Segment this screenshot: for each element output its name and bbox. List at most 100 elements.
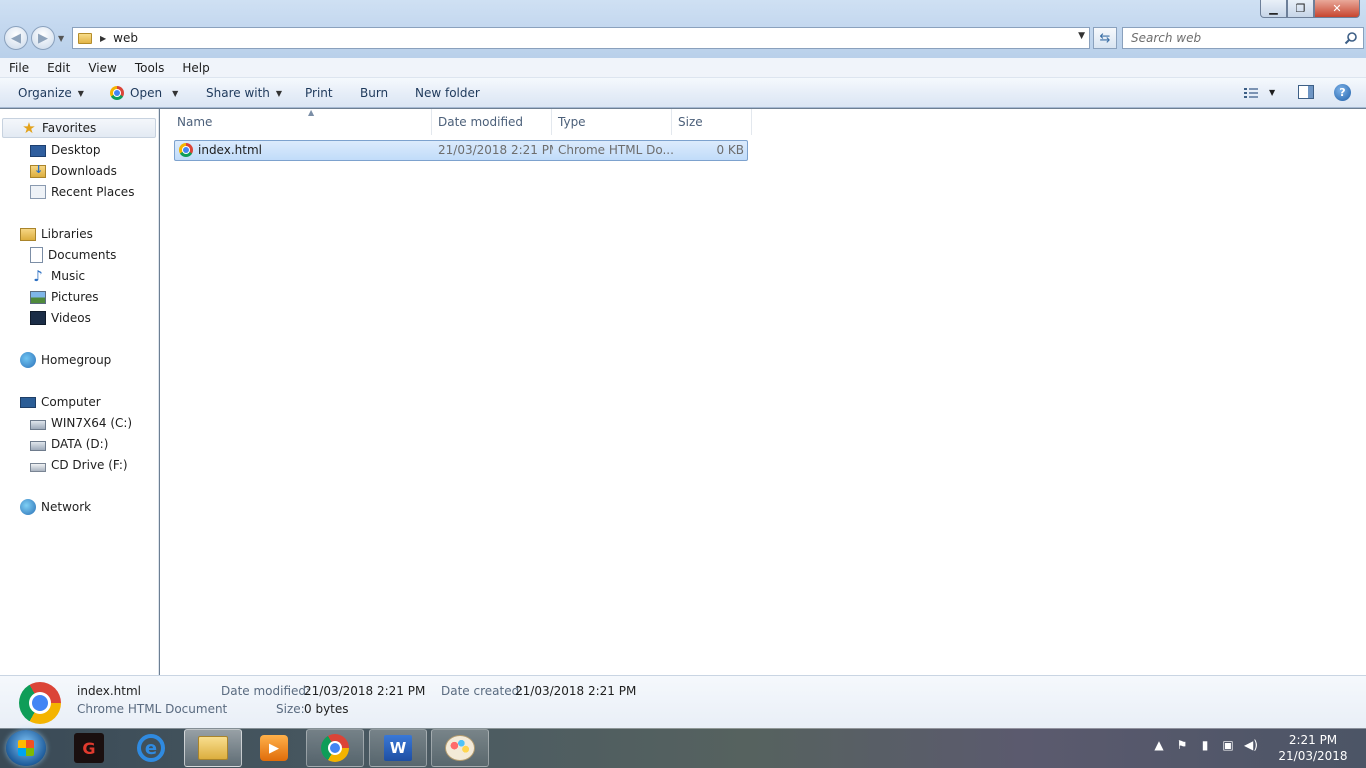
maximize-button[interactable]: ❐ <box>1287 0 1314 18</box>
nav-documents[interactable]: Documents <box>30 245 116 265</box>
nav-drive-c-label: WIN7X64 (C:) <box>51 416 133 430</box>
menu-bar: File Edit View Tools Help <box>0 58 1366 78</box>
volume-icon[interactable]: ◀) <box>1244 738 1258 752</box>
cd-drive-icon <box>30 463 46 472</box>
file-row[interactable]: index.html 21/03/2018 2:21 PM Chrome HTM… <box>174 140 748 161</box>
nav-homegroup-label: Homegroup <box>41 353 112 367</box>
organize-label: Organize <box>18 86 72 100</box>
nav-network[interactable]: Network <box>20 497 91 517</box>
view-dropdown-icon[interactable]: ▼ <box>1269 88 1275 97</box>
taskbar-chrome[interactable] <box>306 729 364 767</box>
garena-icon: G <box>74 733 104 763</box>
taskbar-internet-explorer[interactable]: e <box>122 729 180 767</box>
taskbar-media-player[interactable]: ▶ <box>245 729 303 767</box>
forward-arrow-icon: ▶ <box>38 30 48 46</box>
clock[interactable]: 2:21 PM 21/03/2018 <box>1275 732 1351 764</box>
nav-drive-f-label: CD Drive (F:) <box>51 458 128 472</box>
column-header-date-modified[interactable]: Date modified <box>432 109 552 135</box>
minimize-button[interactable]: ▁ <box>1260 0 1287 18</box>
column-header-type[interactable]: Type <box>552 109 672 135</box>
start-button[interactable] <box>6 730 46 766</box>
menu-edit[interactable]: Edit <box>38 58 79 78</box>
menu-help[interactable]: Help <box>173 58 218 78</box>
details-file-name: index.html <box>77 684 141 698</box>
nav-pictures-label: Pictures <box>51 290 99 304</box>
nav-documents-label: Documents <box>48 248 117 262</box>
preview-pane-icon[interactable] <box>1298 85 1314 99</box>
action-center-icon[interactable]: ⚑ <box>1175 738 1189 752</box>
menu-tools[interactable]: Tools <box>126 58 174 78</box>
new-folder-button[interactable]: New folder <box>415 78 480 108</box>
star-icon: ★ <box>22 119 36 137</box>
address-dropdown-icon[interactable]: ▼ <box>1078 31 1085 41</box>
view-options-icon[interactable] <box>1244 87 1258 99</box>
column-size-label: Size <box>678 115 703 129</box>
nav-drive-d[interactable]: DATA (D:) <box>30 434 108 454</box>
file-date-modified: 21/03/2018 2:21 PM <box>438 143 553 157</box>
menu-view[interactable]: View <box>79 58 125 78</box>
search-box[interactable] <box>1122 27 1364 49</box>
media-player-icon: ▶ <box>260 735 288 761</box>
command-bar: Organize ▼ Open ▼ Share with ▼ Print Bur… <box>0 78 1366 108</box>
address-bar[interactable]: ▶ web ▼ <box>72 27 1090 49</box>
taskbar-word[interactable]: W <box>369 729 427 767</box>
details-date-modified-label: Date modified: <box>221 684 311 698</box>
hard-drive-icon <box>30 420 46 430</box>
forward-button[interactable]: ▶ <box>31 26 55 50</box>
nav-favorites-label: Favorites <box>42 121 97 135</box>
nav-computer[interactable]: Computer <box>20 392 101 412</box>
pictures-icon <box>30 290 46 304</box>
column-type-label: Type <box>558 115 586 129</box>
nav-favorites[interactable]: ★ Favorites <box>2 118 156 138</box>
nav-videos-label: Videos <box>51 311 91 325</box>
search-input[interactable] <box>1123 28 1333 48</box>
column-header-size[interactable]: Size <box>672 109 752 135</box>
refresh-icon: ⇆ <box>1099 30 1111 46</box>
recent-places-icon <box>30 185 46 199</box>
refresh-button[interactable]: ⇆ <box>1093 27 1117 49</box>
nav-pictures[interactable]: Pictures <box>30 287 99 307</box>
nav-network-label: Network <box>41 500 92 514</box>
nav-downloads[interactable]: Downloads <box>30 161 117 181</box>
nav-libraries[interactable]: Libraries <box>20 224 93 244</box>
print-label: Print <box>305 86 333 100</box>
breadcrumb-web[interactable]: web <box>113 31 138 45</box>
chrome-file-icon <box>19 682 61 724</box>
videos-icon <box>30 311 46 325</box>
details-file-type: Chrome HTML Document <box>77 702 228 716</box>
column-header-name[interactable]: ▲ Name <box>171 108 432 135</box>
nav-music[interactable]: ♪ Music <box>30 266 85 286</box>
network-status-icon[interactable]: ▣ <box>1221 738 1235 752</box>
chevron-down-icon[interactable]: ▼ <box>172 89 178 98</box>
burn-button[interactable]: Burn <box>360 78 388 108</box>
nav-desktop[interactable]: Desktop <box>30 140 101 160</box>
sort-ascending-icon: ▲ <box>308 108 315 117</box>
share-with-button[interactable]: Share with ▼ <box>206 78 282 108</box>
close-button[interactable]: ✕ <box>1314 0 1360 18</box>
taskbar-paint[interactable] <box>431 729 489 767</box>
menu-file[interactable]: File <box>0 58 38 78</box>
details-size-label: Size: <box>276 702 305 716</box>
nav-videos[interactable]: Videos <box>30 308 91 328</box>
open-button[interactable]: Open ▼ <box>110 78 178 108</box>
power-icon[interactable]: ▮ <box>1198 738 1212 752</box>
show-hidden-icons-icon[interactable]: ▲ <box>1152 738 1166 752</box>
help-icon[interactable]: ? <box>1334 84 1351 101</box>
computer-icon <box>20 397 36 408</box>
file-size: 0 KB <box>716 143 744 157</box>
taskbar-garena[interactable]: G <box>60 729 118 767</box>
new-folder-label: New folder <box>415 86 480 100</box>
back-button[interactable]: ◀ <box>4 26 28 50</box>
nav-homegroup[interactable]: Homegroup <box>20 350 111 370</box>
taskbar-windows-explorer[interactable] <box>184 729 242 767</box>
nav-drive-c[interactable]: WIN7X64 (C:) <box>30 413 132 433</box>
nav-drive-f[interactable]: CD Drive (F:) <box>30 455 128 475</box>
organize-button[interactable]: Organize ▼ <box>18 78 84 108</box>
recent-pages-dropdown[interactable]: ▼ <box>58 34 64 43</box>
nav-drive-d-label: DATA (D:) <box>51 437 109 451</box>
details-date-created-label: Date created: <box>441 684 524 698</box>
search-icon[interactable] <box>1344 31 1358 45</box>
file-name: index.html <box>198 143 262 157</box>
breadcrumb-chevron-icon[interactable]: ▶ <box>100 34 106 43</box>
nav-recent-places[interactable]: Recent Places <box>30 182 134 202</box>
